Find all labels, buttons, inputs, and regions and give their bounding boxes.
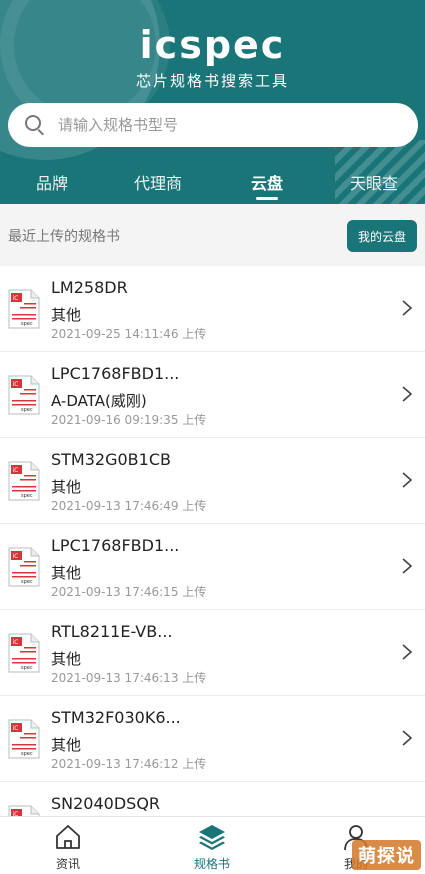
svg-text:spec: spec <box>21 493 33 499</box>
chevron-right-icon <box>402 472 413 488</box>
spec-name: STM32F030K6... <box>51 708 181 727</box>
spec-name: LM258DR <box>51 278 128 297</box>
svg-text:spec: spec <box>21 579 33 585</box>
list-item[interactable]: iC spec LM258DR 其他 2021-09-25 14:11:46 上… <box>0 266 425 352</box>
svg-text:iC: iC <box>13 725 19 732</box>
section-title: 最近上传的规格书 <box>8 229 120 245</box>
list-item[interactable]: iC spec STM32F030K6... 其他 2021-09-13 17:… <box>0 696 425 782</box>
nav-specs[interactable]: 规格书 <box>172 817 252 874</box>
search-input[interactable] <box>58 116 378 134</box>
spec-file-icon: iC spec <box>8 633 40 673</box>
nav-label: 资讯 <box>55 857 80 871</box>
spec-category: A-DATA(威刚) <box>51 392 147 410</box>
app-logo: icspec <box>139 23 286 67</box>
spec-file-icon: iC spec <box>8 375 40 415</box>
spec-category: 其他 <box>51 478 82 496</box>
upload-time: 2021-09-13 17:46:15 上传 <box>51 585 207 599</box>
chevron-right-icon <box>402 730 413 746</box>
app-subtitle: 芯片规格书搜索工具 <box>135 72 289 90</box>
section-header: 最近上传的规格书 我的云盘 <box>0 204 425 266</box>
spec-file-icon: iC spec <box>8 289 40 329</box>
tab-brand[interactable]: 品牌 <box>36 170 68 194</box>
list-item[interactable]: iC spec LPC1768FBD1... 其他 2021-09-13 17:… <box>0 524 425 610</box>
chevron-right-icon <box>402 300 413 316</box>
upload-time: 2021-09-13 17:46:13 上传 <box>51 671 207 685</box>
upload-time: 2021-09-13 17:46:49 上传 <box>51 499 207 513</box>
list-item[interactable]: iC spec STM32G0B1CB 其他 2021-09-13 17:46:… <box>0 438 425 524</box>
spec-name: STM32G0B1CB <box>51 450 171 469</box>
active-tab-indicator <box>256 197 278 200</box>
my-cloud-button[interactable]: 我的云盘 <box>347 220 417 252</box>
spec-name: RTL8211E-VB... <box>51 622 173 641</box>
tab-tianyancha[interactable]: 天眼查 <box>350 170 398 194</box>
spec-category: 其他 <box>51 650 82 668</box>
chevron-right-icon <box>402 386 413 402</box>
layers-icon <box>199 825 225 850</box>
search-icon <box>24 114 46 136</box>
header: icspec 芯片规格书搜索工具 品牌 代理商 云盘 天眼查 <box>0 0 425 204</box>
spec-name: SN2040DSQR <box>51 794 161 813</box>
spec-category: 其他 <box>51 736 82 754</box>
spec-file-icon: iC spec <box>8 719 40 759</box>
svg-text:spec: spec <box>21 751 33 757</box>
tab-bar: 品牌 代理商 云盘 天眼查 <box>0 160 425 204</box>
list-item[interactable]: iC spec LPC1768FBD1... A-DATA(威刚) 2021-0… <box>0 352 425 438</box>
spec-file-icon: iC spec <box>8 547 40 587</box>
search-bar[interactable] <box>8 103 418 147</box>
spec-category: 其他 <box>51 306 82 324</box>
svg-text:spec: spec <box>21 321 33 327</box>
tab-distributor[interactable]: 代理商 <box>134 170 182 194</box>
upload-time: 2021-09-13 17:46:12 上传 <box>51 757 207 771</box>
svg-text:spec: spec <box>21 665 33 671</box>
svg-text:spec: spec <box>21 407 33 413</box>
svg-text:iC: iC <box>13 553 19 560</box>
tab-cloud[interactable]: 云盘 <box>251 170 283 194</box>
spec-name: LPC1768FBD1... <box>51 364 180 383</box>
upload-time: 2021-09-25 14:11:46 上传 <box>51 327 207 341</box>
spec-list: iC spec LM258DR 其他 2021-09-25 14:11:46 上… <box>0 266 425 868</box>
nav-label: 规格书 <box>193 857 230 871</box>
spec-name: LPC1768FBD1... <box>51 536 180 555</box>
nav-news[interactable]: 资讯 <box>28 817 108 874</box>
svg-text:iC: iC <box>13 467 19 474</box>
list-item[interactable]: iC spec RTL8211E-VB... 其他 2021-09-13 17:… <box>0 610 425 696</box>
home-icon <box>56 825 80 849</box>
svg-text:iC: iC <box>13 295 19 302</box>
spec-category: 其他 <box>51 564 82 582</box>
chevron-right-icon <box>402 644 413 660</box>
watermark: 萌探说 <box>352 840 421 870</box>
upload-time: 2021-09-16 09:19:35 上传 <box>51 413 207 427</box>
brand: icspec 芯片规格书搜索工具 <box>0 24 425 91</box>
spec-file-icon: iC spec <box>8 461 40 501</box>
svg-text:iC: iC <box>13 381 19 388</box>
chevron-right-icon <box>402 558 413 574</box>
svg-text:iC: iC <box>13 639 19 646</box>
